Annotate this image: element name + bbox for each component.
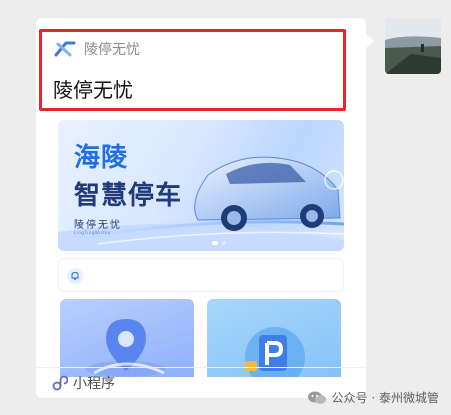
feature-tile[interactable]	[207, 299, 341, 377]
carousel-dot[interactable]	[222, 241, 226, 245]
location-pin-icon	[86, 319, 166, 377]
bell-icon	[67, 268, 83, 284]
avatar[interactable]	[385, 18, 441, 74]
notice-bar[interactable]	[58, 258, 344, 292]
banner-pinyin: LingTingWuYou	[74, 230, 111, 235]
banner-headline-2: 智慧停车	[74, 181, 183, 211]
feature-tile[interactable]	[60, 299, 194, 377]
highlight-box	[39, 29, 346, 111]
banner-brand: 陵停无忧	[74, 220, 122, 231]
banner-headline-1: 海陵	[74, 143, 129, 173]
mini-program-card[interactable]: 陵停无忧 陵停无忧 海陵 智慧停车 陵停无忧 LingTingWuYou 小程序	[36, 18, 366, 398]
watermark-text: 公众号 · 泰州微城管	[331, 391, 439, 405]
bubble-tail	[366, 34, 374, 48]
watermark: 公众号 · 泰州微城管	[307, 389, 439, 406]
mini-program-icon	[52, 375, 68, 391]
banner-image[interactable]: 海陵 智慧停车 陵停无忧 LingTingWuYou	[58, 120, 344, 251]
carousel-dots[interactable]	[212, 241, 226, 245]
card-divider	[36, 367, 366, 368]
avatar-photo	[385, 18, 441, 74]
wechat-official-account-icon	[307, 391, 326, 404]
mini-program-footer: 小程序	[52, 373, 115, 393]
mini-program-label: 小程序	[73, 376, 115, 392]
parking-p-icon	[245, 327, 305, 377]
carousel-dot-active[interactable]	[212, 241, 218, 245]
